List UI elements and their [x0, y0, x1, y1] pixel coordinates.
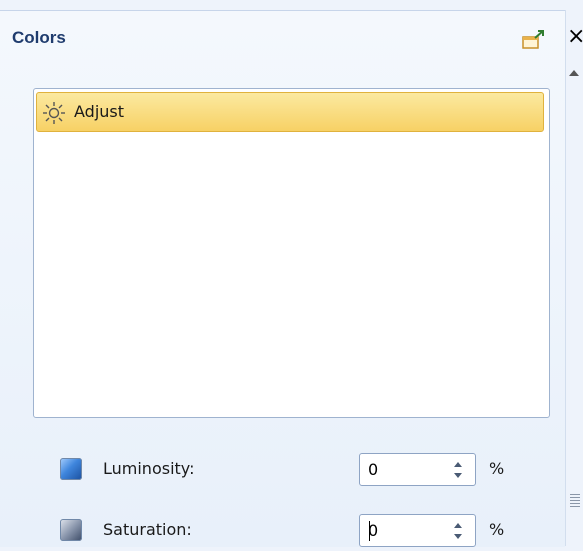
- saturation-spinner[interactable]: 0: [359, 514, 476, 547]
- scroll-grip-icon[interactable]: [570, 494, 580, 508]
- sun-icon: [43, 102, 65, 124]
- saturation-swatch-icon: [60, 519, 82, 541]
- saturation-label: Saturation:: [103, 520, 192, 539]
- scroll-up-arrow-icon[interactable]: [569, 70, 579, 76]
- panel-title: Colors: [12, 28, 66, 47]
- luminosity-row: Luminosity: 0 %: [0, 450, 565, 490]
- saturation-row: Saturation: 0 %: [0, 511, 565, 551]
- luminosity-spinner[interactable]: 0: [359, 453, 476, 486]
- luminosity-value[interactable]: 0: [368, 460, 378, 479]
- luminosity-label: Luminosity:: [103, 459, 195, 478]
- spin-up-arrow-icon[interactable]: [454, 462, 462, 467]
- close-icon[interactable]: ×: [567, 24, 583, 50]
- effects-list[interactable]: Adjust: [33, 88, 550, 418]
- saturation-unit: %: [489, 520, 505, 539]
- luminosity-swatch-icon: [60, 458, 82, 480]
- luminosity-unit: %: [489, 459, 505, 478]
- panel-scrollbar[interactable]: [565, 10, 583, 546]
- popout-window-icon[interactable]: [521, 28, 547, 52]
- spin-down-arrow-icon[interactable]: [454, 534, 462, 539]
- text-caret: [369, 521, 370, 541]
- spin-up-arrow-icon[interactable]: [454, 523, 462, 528]
- list-item-label: Adjust: [74, 102, 125, 121]
- spin-down-arrow-icon[interactable]: [454, 473, 462, 478]
- list-item-adjust[interactable]: Adjust: [36, 92, 544, 132]
